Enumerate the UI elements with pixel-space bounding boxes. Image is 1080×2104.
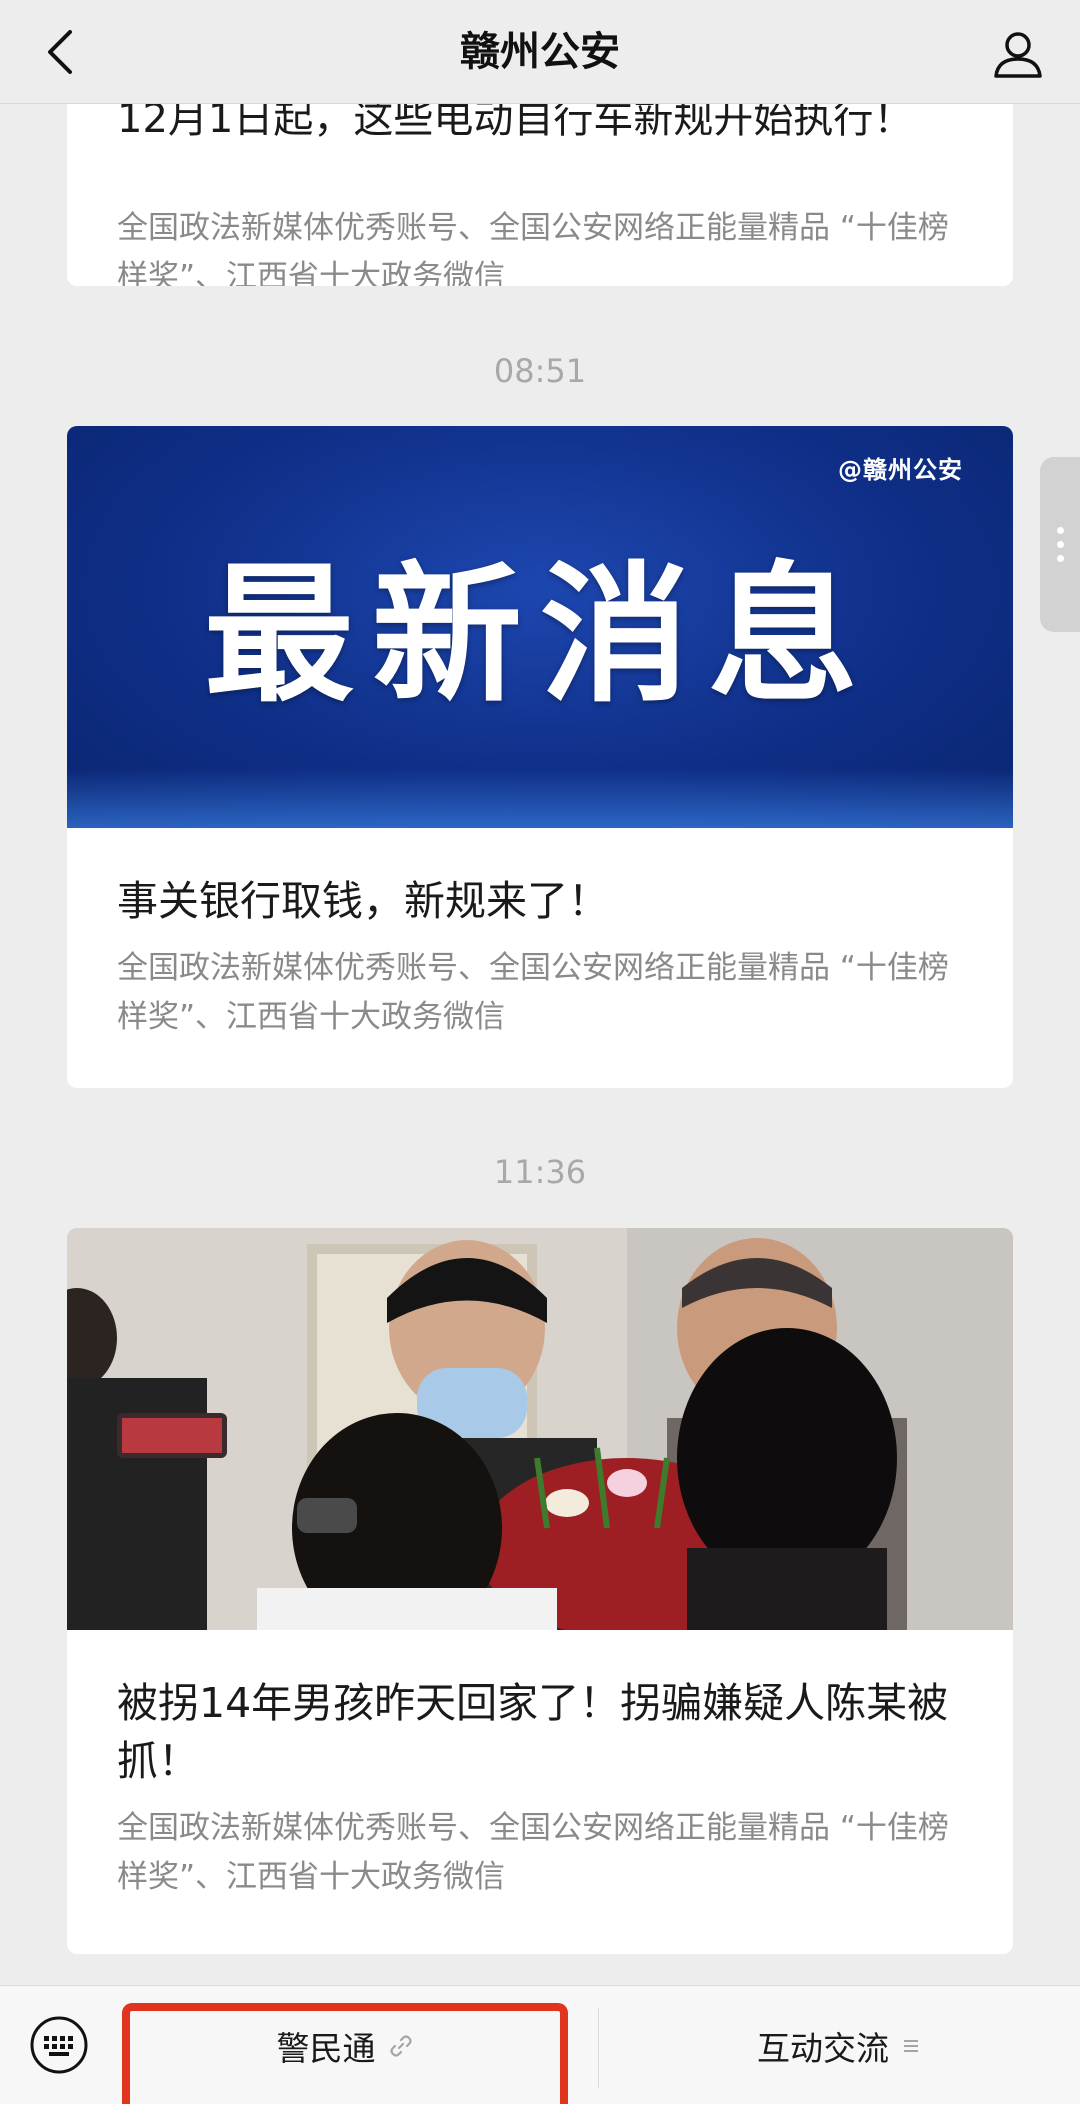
handle-dot [1056, 555, 1064, 562]
message-timestamp: 08:51 [493, 352, 587, 390]
page-title: 赣州公安 [460, 29, 620, 75]
article-cover-image[interactable]: @赣州公安 最新消息 [67, 426, 1013, 828]
menu-item-label: 互动交流 [757, 2028, 889, 2068]
person-icon [994, 32, 1042, 78]
cover-headline: 最新消息 [203, 549, 876, 723]
menu-item-interaction[interactable]: 互动交流 [600, 1986, 1080, 2104]
photo-illustration [67, 1228, 1013, 1630]
article-desc: 全国政法新媒体优秀账号、全国公安网络正能量精品 “十佳榜样奖”、江西省十大政务微… [117, 950, 949, 1035]
article-cover-photo[interactable] [67, 1228, 1013, 1630]
nav-header: 赣州公安 [0, 0, 1080, 104]
keyboard-icon [30, 2016, 88, 2074]
menu-item-jingmintong[interactable]: 警民通 [122, 1986, 568, 2104]
handle-dot [1056, 527, 1064, 534]
menu-item-label: 警民通 [276, 2028, 376, 2068]
menu-lines-icon [904, 2039, 918, 2052]
cover-glow [67, 768, 1013, 828]
bottom-menu-bar: 警民通 互动交流 [0, 1985, 1080, 2104]
link-icon [389, 2034, 412, 2057]
handle-dot [1056, 541, 1064, 548]
cover-watermark: @赣州公安 [838, 456, 963, 484]
keyboard-toggle-button[interactable] [28, 2014, 90, 2076]
article-desc: 全国政法新媒体优秀账号、全国公安网络正能量精品 “十佳榜样奖”、江西省十大政务微… [117, 210, 949, 286]
article-card[interactable]: 被拐14年男孩昨天回家了！拐骗嫌疑人陈某被抓！ 全国政法新媒体优秀账号、全国公安… [67, 1228, 1013, 1954]
article-title: 被拐14年男孩昨天回家了！拐骗嫌疑人陈某被抓！ [117, 1679, 949, 1785]
message-timestamp: 11:36 [493, 1153, 587, 1191]
side-drag-handle[interactable] [1040, 457, 1080, 632]
article-card[interactable]: @赣州公安 最新消息 事关银行取钱，新规来了！ 全国政法新媒体优秀账号、全国公安… [67, 426, 1013, 1088]
article-title: 事关银行取钱，新规来了！ [117, 877, 609, 925]
article-desc: 全国政法新媒体优秀账号、全国公安网络正能量精品 “十佳榜样奖”、江西省十大政务微… [117, 1810, 949, 1895]
profile-button[interactable] [986, 22, 1050, 86]
menu-divider [598, 2008, 599, 2088]
